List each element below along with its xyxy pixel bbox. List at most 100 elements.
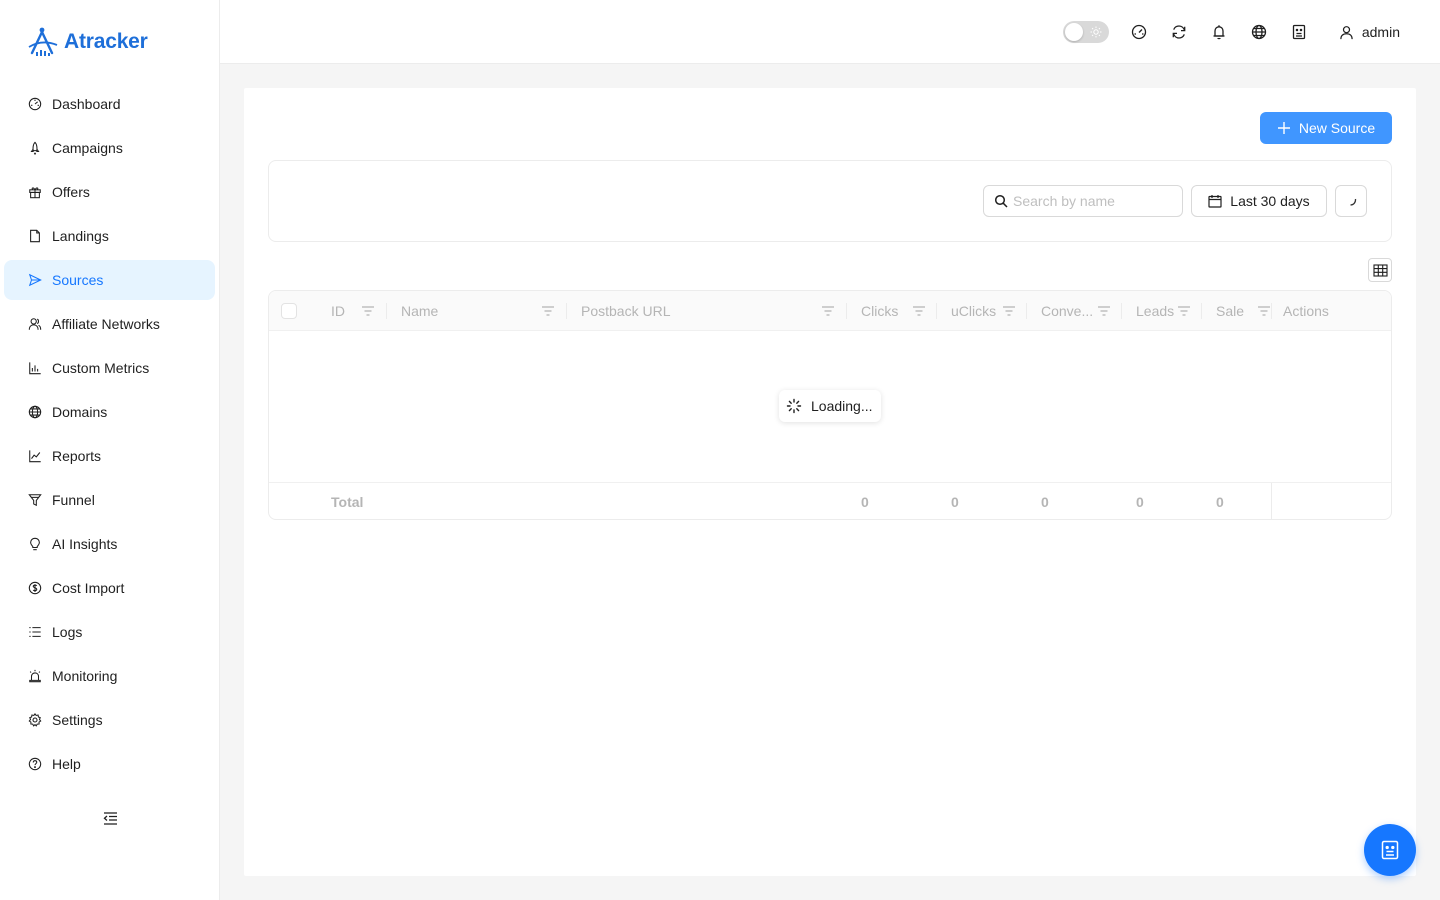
filter-icon[interactable] [361,304,375,318]
sidebar-item-custom-metrics[interactable]: Custom Metrics [4,348,215,388]
sidebar-item-reports[interactable]: Reports [4,436,215,476]
bar-chart-icon [26,359,44,377]
column-label: Conve... [1041,303,1094,319]
sidebar: Atracker Dashboard Campaigns Offers Land… [0,0,220,900]
app-name: Atracker [64,30,148,53]
spinner-icon [786,398,802,414]
column-header-conversions[interactable]: Conve... [1041,291,1122,331]
summary-uclicks: 0 [951,493,959,510]
sidebar-item-ai-insights[interactable]: AI Insights [4,524,215,564]
summary-conversions: 0 [1041,493,1049,510]
column-label: ID [331,303,345,319]
sidebar-item-monitoring[interactable]: Monitoring [4,656,215,696]
sidebar-item-label: Affiliate Networks [52,316,160,332]
search-box[interactable] [983,185,1183,217]
sidebar-item-funnel[interactable]: Funnel [4,480,215,520]
new-source-button[interactable]: New Source [1260,112,1392,144]
sidebar-item-dashboard[interactable]: Dashboard [4,84,215,124]
sidebar-item-label: Custom Metrics [52,360,150,376]
sidebar-item-label: AI Insights [52,536,118,552]
column-settings-button[interactable] [1368,258,1392,282]
filter-icon[interactable] [541,304,555,318]
dollar-icon [26,579,44,597]
column-divider [1271,483,1272,519]
assistant-button[interactable] [1289,22,1309,42]
header-actions: admin [1062,20,1400,44]
filter-icon[interactable] [1002,304,1016,318]
summary-clicks: 0 [861,493,869,510]
column-header-name[interactable]: Name [401,291,567,331]
sidebar-item-label: Campaigns [52,140,123,156]
collapse-sidebar-button[interactable] [101,809,119,827]
search-input[interactable] [1013,193,1173,209]
dashboard-icon [26,95,44,113]
sources-table: ID Name Postback URL Clicks uClicks Conv… [268,290,1392,520]
robot-icon [1381,840,1399,860]
column-label: Sale [1216,303,1245,319]
gift-icon [26,183,44,201]
funnel-icon [26,491,44,509]
column-header-leads[interactable]: Leads [1136,291,1202,331]
sidebar-item-label: Help [52,756,81,772]
user-icon [1340,25,1353,39]
sidebar-item-sources[interactable]: Sources [4,260,215,300]
sidebar-item-affiliate-networks[interactable]: Affiliate Networks [4,304,215,344]
sidebar-item-logs[interactable]: Logs [4,612,215,652]
sidebar-item-label: Reports [52,448,102,464]
sidebar-item-help[interactable]: Help [4,744,215,784]
column-label: Actions [1283,303,1329,319]
logo-icon [28,27,58,56]
sidebar-item-campaigns[interactable]: Campaigns [4,128,215,168]
calendar-icon [1208,195,1222,208]
user-menu[interactable]: admin [1339,24,1400,40]
column-divider [1271,303,1272,319]
reload-button[interactable] [1335,185,1367,217]
sidebar-item-label: Sources [52,272,104,288]
sidebar-item-landings[interactable]: Landings [4,216,215,256]
summary-leads: 0 [1136,493,1144,510]
column-header-postback-url[interactable]: Postback URL [581,291,847,331]
column-header-sale[interactable]: Sale [1216,291,1272,331]
language-button[interactable] [1249,22,1269,42]
logo[interactable]: Atracker [26,24,148,60]
filter-icon[interactable] [1257,304,1271,318]
team-icon [26,315,44,333]
column-divider [1201,303,1202,319]
toggle-knob [1064,23,1083,41]
column-header-clicks[interactable]: Clicks [861,291,937,331]
table-header: ID Name Postback URL Clicks uClicks Conv… [269,291,1391,331]
search-icon [994,194,1008,208]
filter-icon[interactable] [912,304,926,318]
filter-icon[interactable] [821,304,835,318]
filter-icon[interactable] [1097,304,1111,318]
sidebar-item-offers[interactable]: Offers [4,172,215,212]
column-header-uclicks[interactable]: uClicks [951,291,1027,331]
sidebar-item-settings[interactable]: Settings [4,700,215,740]
column-divider [566,303,567,319]
theme-toggle[interactable] [1062,21,1109,43]
filter-icon[interactable] [1177,304,1191,318]
sidebar-item-label: Landings [52,228,109,244]
sources-card: New Source Last 30 days ID Name [244,88,1416,876]
column-header-id[interactable]: ID [331,291,387,331]
ai-assistant-fab[interactable] [1364,824,1416,876]
column-label: Leads [1136,303,1175,319]
rocket-icon [26,139,44,157]
bell-icon [1213,25,1225,40]
notifications-button[interactable] [1209,22,1229,42]
new-source-label: New Source [1298,120,1376,136]
column-label: Clicks [861,303,899,319]
question-icon [26,755,44,773]
column-divider [1026,303,1027,319]
sidebar-item-domains[interactable]: Domains [4,392,215,432]
column-divider [386,303,387,319]
username: admin [1361,24,1400,40]
date-range-button[interactable]: Last 30 days [1191,185,1327,217]
send-icon [26,271,44,289]
sidebar-item-cost-import[interactable]: Cost Import [4,568,215,608]
refresh-button[interactable] [1169,22,1189,42]
table-icon [1372,263,1388,277]
plus-icon [1277,122,1290,134]
dashboard-shortcut-button[interactable] [1129,22,1149,42]
select-all-checkbox[interactable] [281,303,297,319]
